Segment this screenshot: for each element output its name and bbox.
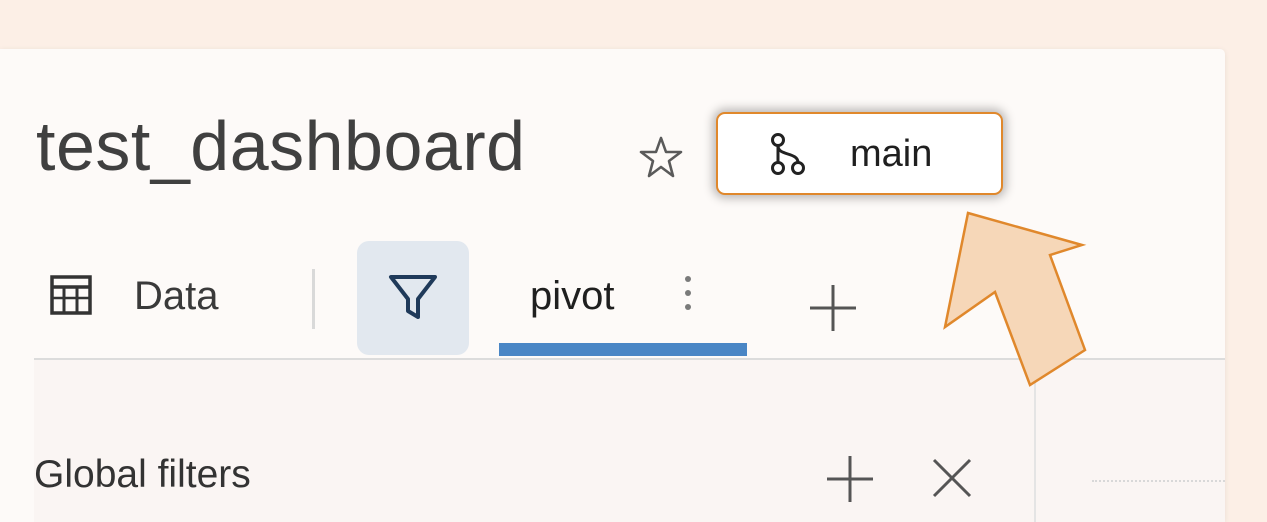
active-tab-indicator bbox=[499, 343, 747, 356]
plus-icon[interactable] bbox=[824, 453, 876, 505]
page-title: test_dashboard bbox=[36, 107, 526, 185]
branch-label: main bbox=[850, 133, 933, 175]
arrow-icon bbox=[943, 211, 1087, 387]
filter-icon bbox=[389, 275, 437, 319]
tab-pivot[interactable]: pivot bbox=[530, 272, 615, 320]
table-icon bbox=[50, 275, 92, 315]
plus-icon[interactable] bbox=[806, 281, 860, 335]
star-icon[interactable] bbox=[635, 132, 687, 184]
kebab-menu-icon[interactable] bbox=[680, 272, 696, 318]
dotted-separator bbox=[1092, 480, 1225, 482]
global-filters-label: Global filters bbox=[34, 453, 251, 496]
close-icon[interactable] bbox=[929, 455, 975, 501]
tab-data[interactable]: Data bbox=[134, 272, 219, 320]
tab-divider bbox=[312, 269, 315, 329]
git-branch-icon bbox=[771, 133, 805, 175]
filter-toggle-button[interactable] bbox=[357, 241, 469, 355]
branch-selector-button[interactable]: main bbox=[716, 112, 1003, 195]
